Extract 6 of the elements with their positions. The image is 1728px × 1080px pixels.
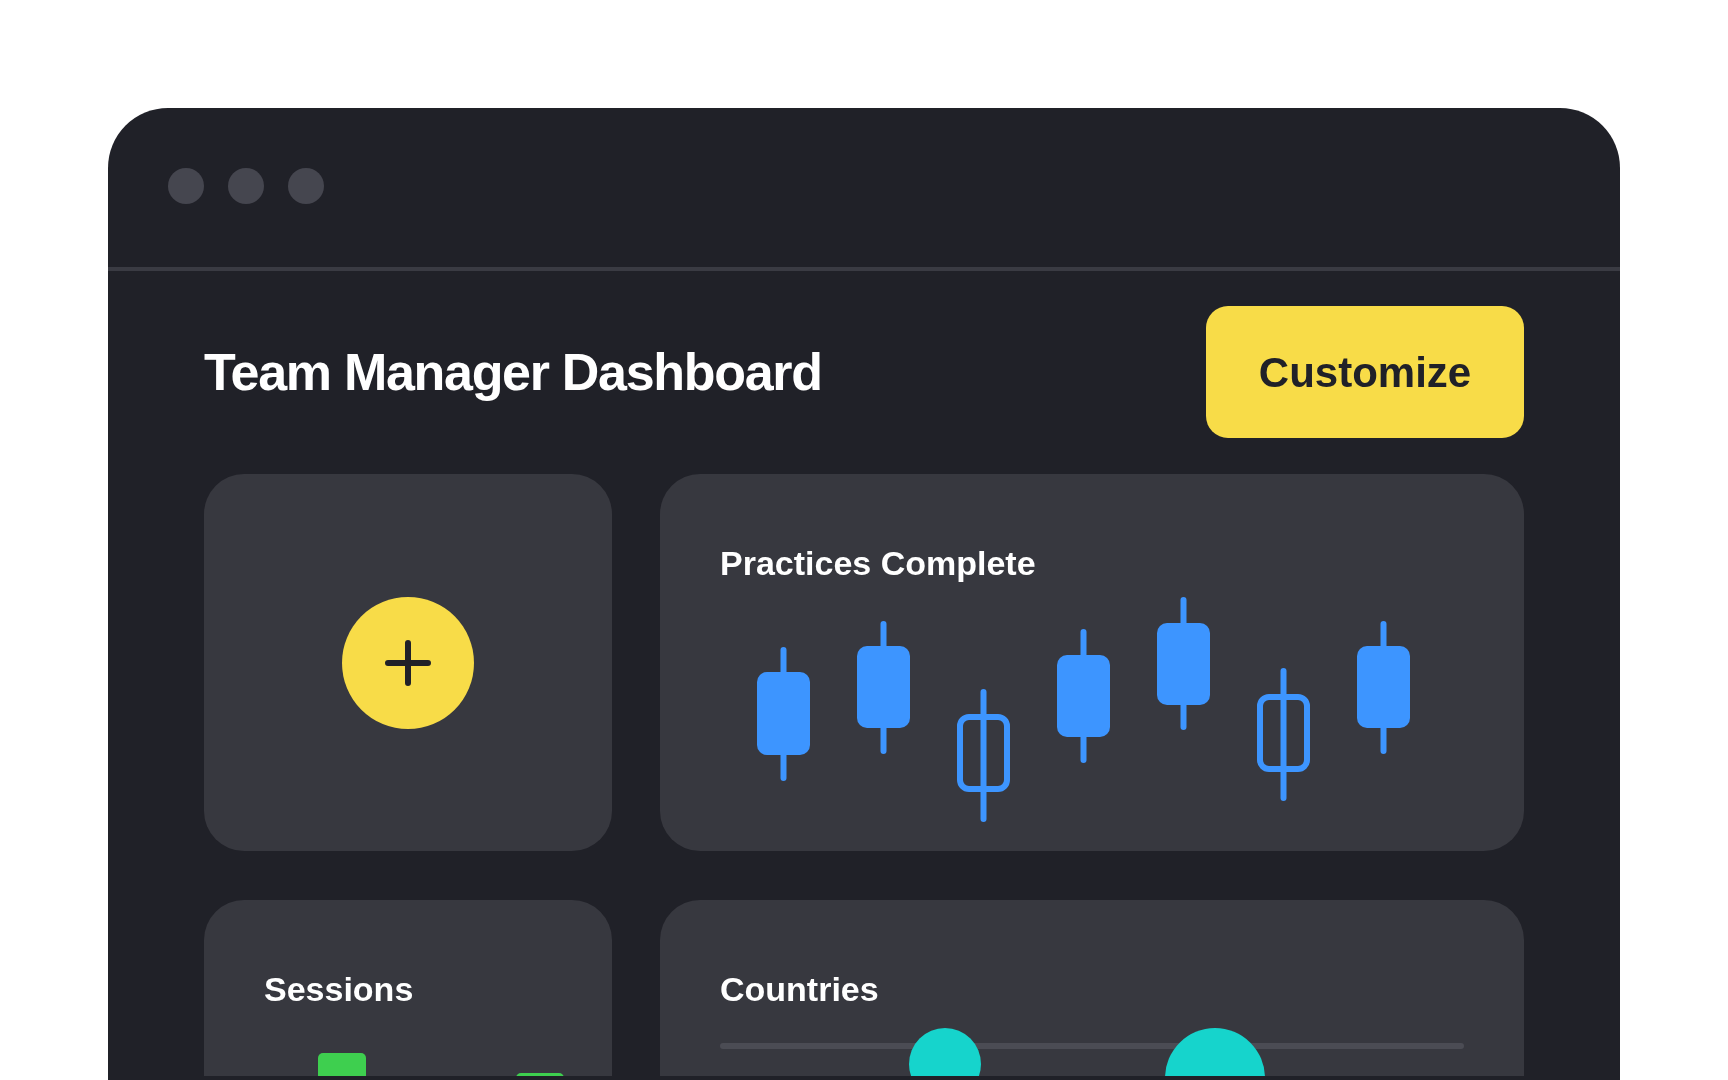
plus-icon (384, 638, 432, 687)
card-title: Practices Complete (720, 543, 1036, 584)
card-title: Sessions (264, 969, 414, 1010)
card-title: Countries (720, 969, 879, 1010)
dashboard-title: Team Manager Dashboard (204, 342, 822, 403)
customize-button[interactable]: Customize (1206, 306, 1524, 438)
